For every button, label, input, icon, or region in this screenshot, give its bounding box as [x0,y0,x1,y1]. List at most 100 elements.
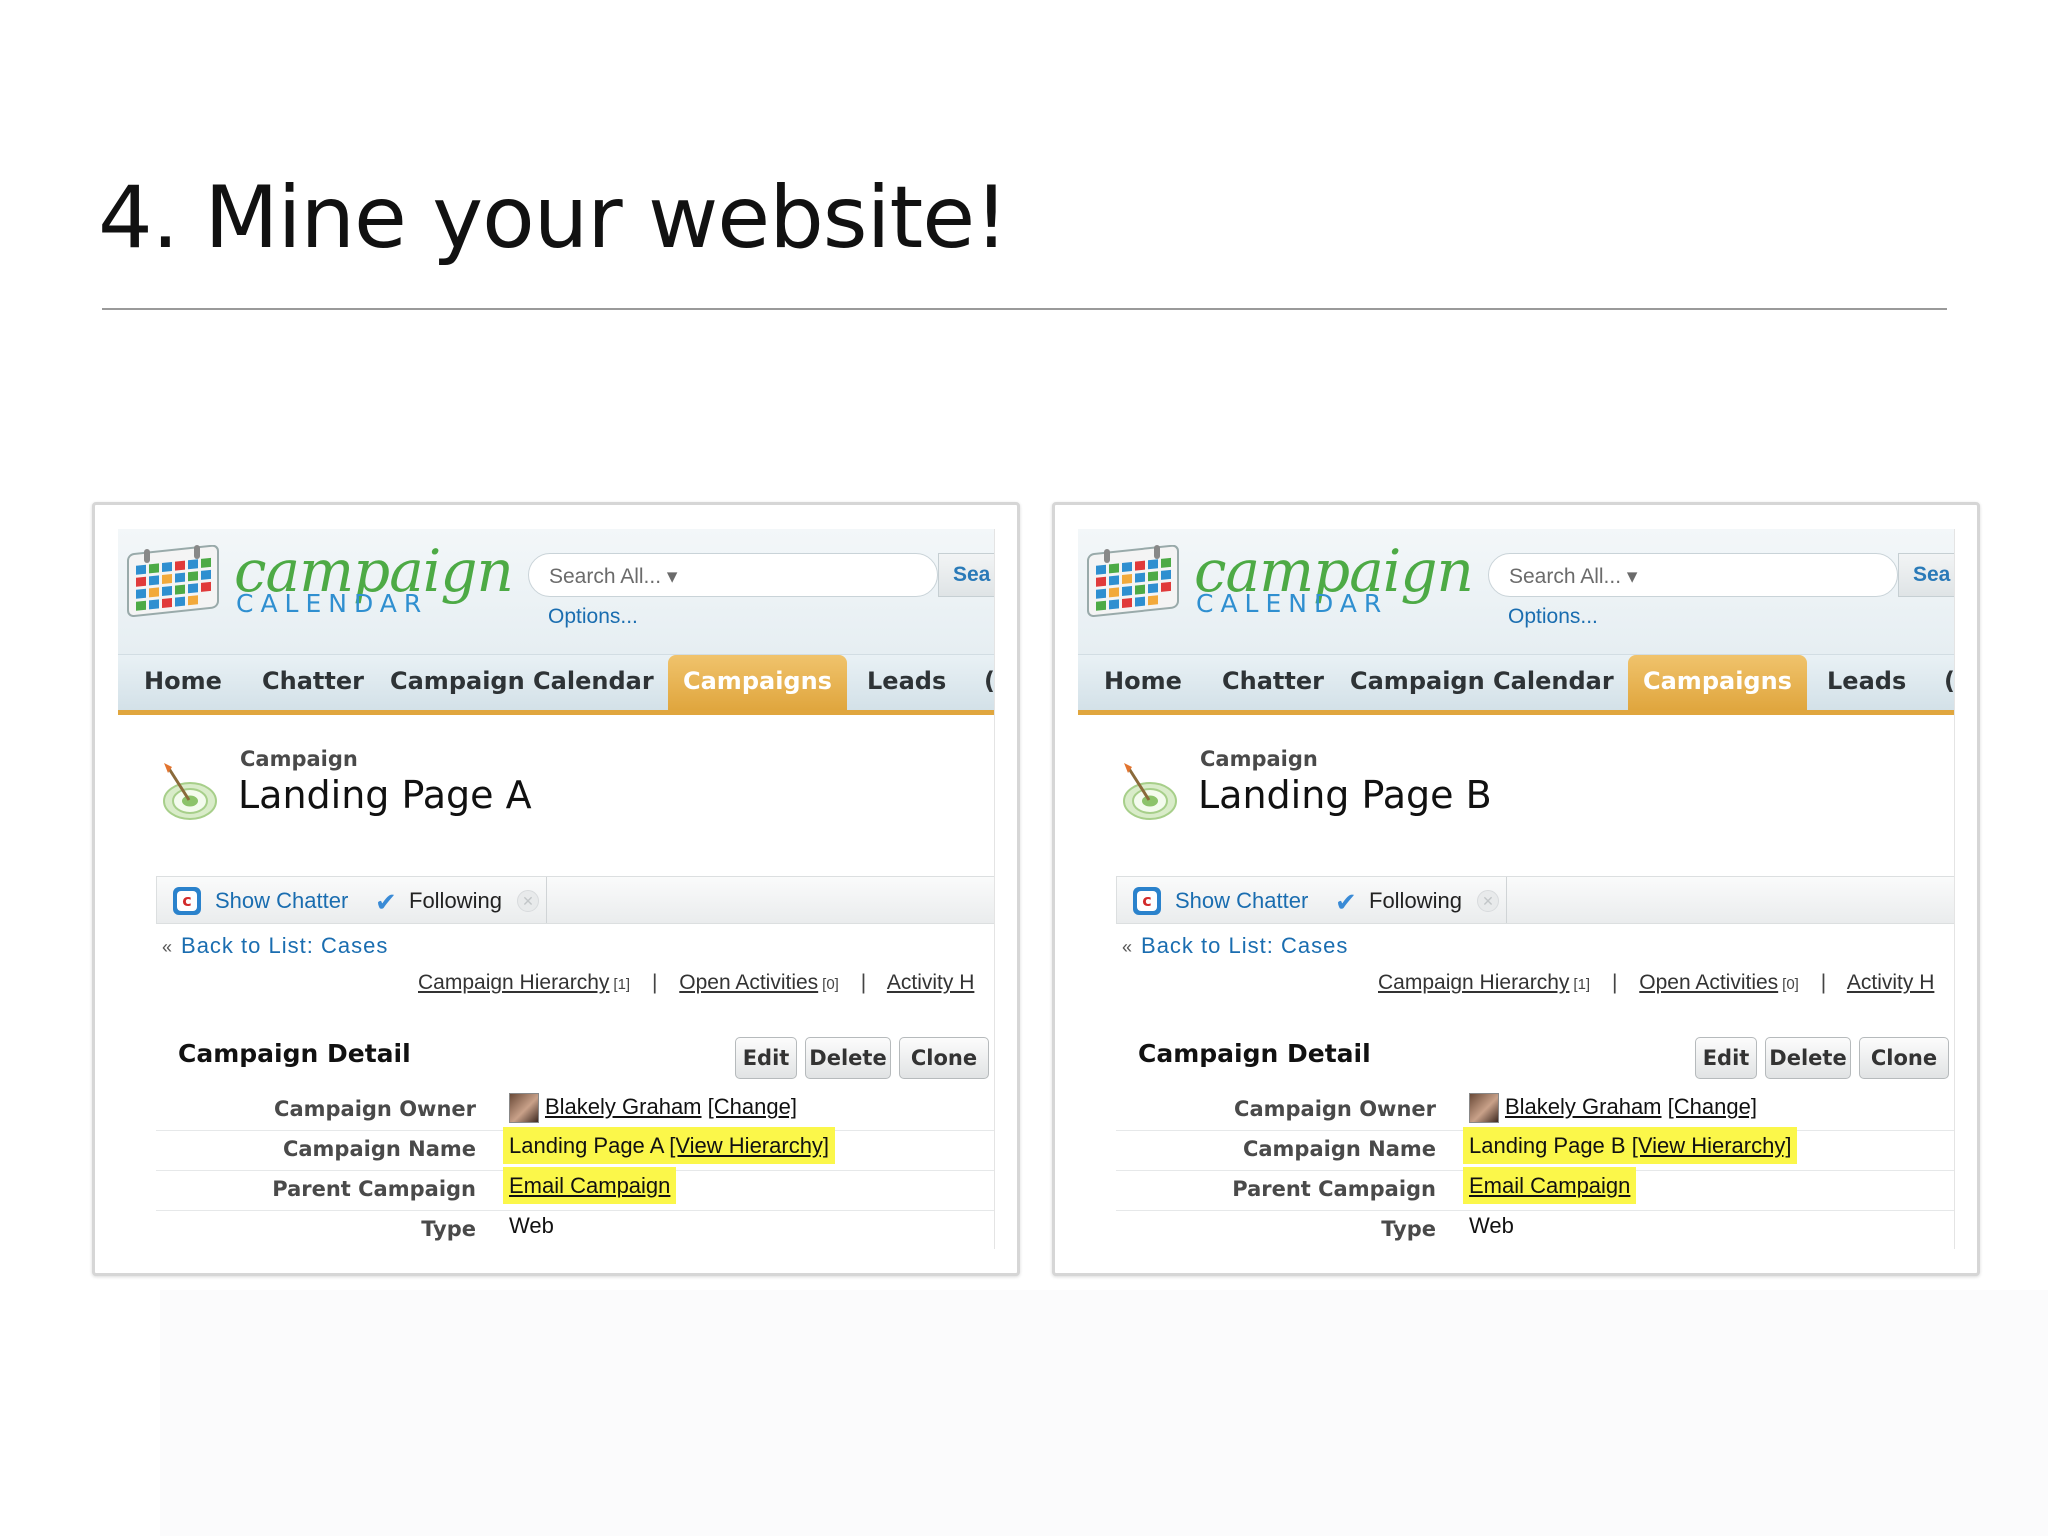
link-separator: | [651,971,658,994]
clone-button[interactable]: Clone [899,1037,989,1079]
tab-chatter[interactable]: Chatter [262,667,364,695]
back-arrow-icon: « [1122,937,1134,957]
parent-label: Parent Campaign [272,1177,476,1201]
slide-title: 4. Mine your website! [98,168,1009,268]
back-to-list-label: Back to List: Cases [181,933,389,958]
field-row-type: Type Web [1116,1211,1954,1249]
chatter-icon[interactable]: c [173,887,201,915]
campaign-target-icon [163,763,217,820]
field-row-parent: Parent Campaign Email Campaign [156,1167,994,1211]
search-input[interactable]: Search All... ▾ [528,553,938,597]
highlighted-campaign-name: Landing Page B [View Hierarchy] [1463,1127,1798,1164]
slide-background-panel [160,1290,2048,1536]
tab-bar: Home Chatter Campaign Calendar Campaigns… [1078,655,1954,715]
parent-campaign-link[interactable]: Email Campaign [503,1167,677,1204]
record-type-label: Campaign [240,747,358,771]
field-row-name: Campaign Name Landing Page B [View Hiera… [1116,1127,1954,1171]
parent-campaign-link[interactable]: Email Campaign [1463,1167,1637,1204]
campaign-detail-heading: Campaign Detail [178,1039,411,1068]
owner-link[interactable]: Blakely Graham [1505,1094,1662,1119]
chatter-bar: c Show Chatter ✔ Following ✕ [156,876,994,924]
name-label: Campaign Name [1242,1137,1436,1161]
checkmark-icon: ✔ [375,887,397,917]
record-title: Landing Page B [1198,773,1492,817]
parent-value: Email Campaign [1463,1167,1637,1204]
campaign-target-icon [1123,763,1177,820]
search-button[interactable]: Sea [938,553,994,597]
related-list-links: Campaign Hierarchy [1] | Open Activities[… [1378,971,1934,995]
edit-button[interactable]: Edit [735,1037,797,1079]
owner-value: Blakely Graham [Change] [509,1093,797,1123]
hierarchy-count: [1] [1573,976,1591,993]
back-to-list-link[interactable]: « Back to List: Cases [162,933,388,959]
campaign-hierarchy-link[interactable]: Campaign Hierarchy [418,971,609,994]
hierarchy-count: [1] [613,976,631,993]
tab-chatter[interactable]: Chatter [1222,667,1324,695]
highlighted-campaign-name: Landing Page A [View Hierarchy] [503,1127,836,1164]
activities-count: [0] [822,976,839,993]
open-activities-link[interactable]: Open Activities [1639,971,1778,994]
search-options-link[interactable]: Options... [548,605,638,629]
activity-history-link[interactable]: Activity H [887,971,975,994]
tab-leads[interactable]: Leads [1827,667,1906,695]
app-header: campaign CALENDAR Search All... ▾ Sea Op… [1078,529,1954,655]
tab-overflow[interactable]: ( [984,667,994,695]
delete-button[interactable]: Delete [805,1037,891,1079]
change-owner-link[interactable]: [Change] [1668,1094,1757,1119]
chatter-controls: c Show Chatter ✔ Following ✕ [1117,877,1507,923]
app-header: campaign CALENDAR Search All... ▾ Sea Op… [118,529,994,655]
campaign-detail-heading: Campaign Detail [1138,1039,1371,1068]
tab-campaigns[interactable]: Campaigns [668,655,847,710]
search-input[interactable]: Search All... ▾ [1488,553,1898,597]
link-separator: | [1820,971,1827,994]
delete-button[interactable]: Delete [1765,1037,1851,1079]
owner-link[interactable]: Blakely Graham [545,1094,702,1119]
search-options-link[interactable]: Options... [1508,605,1598,629]
name-value: Landing Page A [View Hierarchy] [503,1127,836,1164]
screenshot-panel-b: campaign CALENDAR Search All... ▾ Sea Op… [1052,502,1980,1276]
chatter-icon[interactable]: c [1133,887,1161,915]
view-hierarchy-link[interactable]: [View Hierarchy] [669,1133,829,1158]
activity-history-link[interactable]: Activity H [1847,971,1935,994]
parent-value: Email Campaign [503,1167,677,1204]
back-arrow-icon: « [162,937,174,957]
salesforce-screenshot-a: campaign CALENDAR Search All... ▾ Sea Op… [118,529,995,1249]
link-separator: | [1611,971,1618,994]
tab-home[interactable]: Home [1104,667,1182,695]
tab-campaign-calendar[interactable]: Campaign Calendar [1350,667,1614,695]
edit-button[interactable]: Edit [1695,1037,1757,1079]
name-label: Campaign Name [282,1137,476,1161]
tab-leads[interactable]: Leads [867,667,946,695]
tab-overflow[interactable]: ( [1944,667,1954,695]
record-type-label: Campaign [1200,747,1318,771]
back-to-list-link[interactable]: « Back to List: Cases [1122,933,1348,959]
field-row-name: Campaign Name Landing Page A [View Hiera… [156,1127,994,1171]
name-value: Landing Page B [View Hierarchy] [1463,1127,1798,1164]
owner-label: Campaign Owner [274,1097,476,1121]
change-owner-link[interactable]: [Change] [708,1094,797,1119]
tab-home[interactable]: Home [144,667,222,695]
tab-campaign-calendar[interactable]: Campaign Calendar [390,667,654,695]
field-row-owner: Campaign Owner Blakely Graham [Change] [156,1091,994,1131]
avatar [1469,1093,1499,1123]
field-row-parent: Parent Campaign Email Campaign [1116,1167,1954,1211]
calendar-logo-icon [127,545,219,617]
unfollow-icon[interactable]: ✕ [1477,890,1499,912]
campaign-name-text: Landing Page A [509,1133,664,1158]
open-activities-link[interactable]: Open Activities [679,971,818,994]
avatar [509,1093,539,1123]
campaign-hierarchy-link[interactable]: Campaign Hierarchy [1378,971,1569,994]
tab-campaigns[interactable]: Campaigns [1628,655,1807,710]
type-value: Web [1469,1213,1514,1238]
search-button[interactable]: Sea [1898,553,1954,597]
clone-button[interactable]: Clone [1859,1037,1949,1079]
calendar-logo-icon [1087,545,1179,617]
chatter-controls: c Show Chatter ✔ Following ✕ [157,877,547,923]
show-chatter-link[interactable]: Show Chatter [215,888,348,914]
field-row-owner: Campaign Owner Blakely Graham [Change] [1116,1091,1954,1131]
unfollow-icon[interactable]: ✕ [517,890,539,912]
slide: 4. Mine your website! campaign CALENDAR [0,0,2048,1536]
show-chatter-link[interactable]: Show Chatter [1175,888,1308,914]
chatter-bar: c Show Chatter ✔ Following ✕ [1116,876,1954,924]
view-hierarchy-link[interactable]: [View Hierarchy] [1632,1133,1792,1158]
